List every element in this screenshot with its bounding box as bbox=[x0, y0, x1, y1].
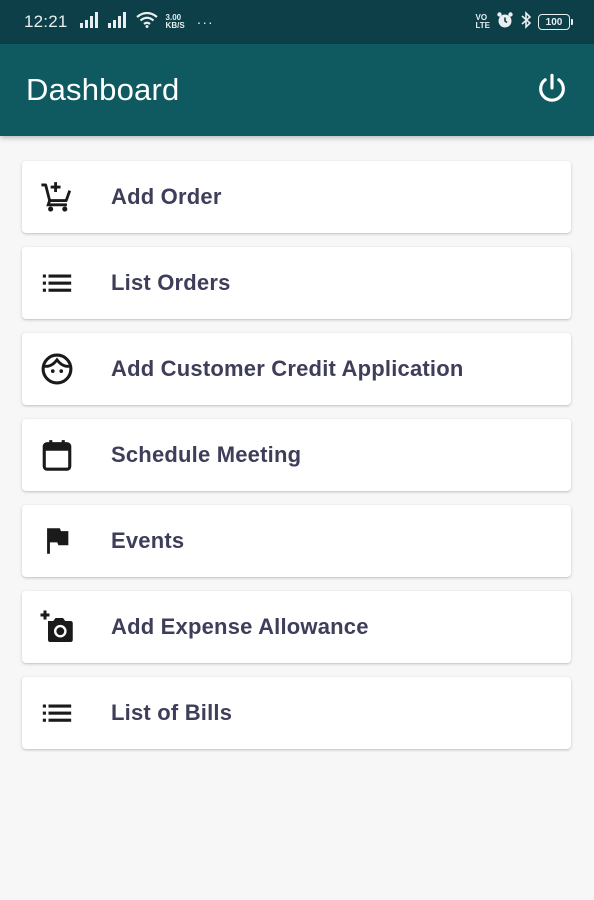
add-camera-icon bbox=[39, 609, 75, 645]
app-bar: Dashboard bbox=[0, 44, 594, 136]
menu-item-label: List Orders bbox=[111, 270, 231, 295]
menu-item-add-order[interactable]: Add Order bbox=[22, 161, 571, 233]
menu-item-label: Events bbox=[111, 528, 185, 553]
volte-indicator: VO LTE bbox=[475, 14, 490, 30]
menu-item-label: Schedule Meeting bbox=[111, 442, 302, 467]
status-bar: 12:21 3.00 KB/S ··· VO LTE 100 bbox=[0, 0, 594, 44]
calendar-icon bbox=[39, 437, 75, 473]
signal-icon-2 bbox=[107, 11, 130, 33]
list-icon bbox=[39, 265, 75, 301]
menu-item-label: Add Order bbox=[111, 184, 222, 209]
overflow-dots: ··· bbox=[196, 14, 214, 30]
list-icon bbox=[39, 695, 75, 731]
status-bar-right: VO LTE 100 bbox=[475, 10, 573, 34]
bluetooth-icon bbox=[520, 10, 532, 34]
wifi-icon bbox=[135, 11, 158, 33]
menu-item-add-expense-allowance[interactable]: Add Expense Allowance bbox=[22, 591, 571, 663]
status-bar-left: 12:21 3.00 KB/S ··· bbox=[24, 11, 214, 33]
menu-item-events[interactable]: Events bbox=[22, 505, 571, 577]
menu-item-list-orders[interactable]: List Orders bbox=[22, 247, 571, 319]
menu-item-list-of-bills[interactable]: List of Bills bbox=[22, 677, 571, 749]
menu-item-label: Add Customer Credit Application bbox=[111, 356, 464, 381]
alarm-icon bbox=[496, 11, 514, 34]
network-speed-unit: KB/S bbox=[165, 21, 185, 30]
power-icon bbox=[535, 71, 569, 110]
volte-bottom: LTE bbox=[475, 21, 490, 30]
status-time: 12:21 bbox=[24, 12, 68, 31]
menu-item-add-customer-credit-application[interactable]: Add Customer Credit Application bbox=[22, 333, 571, 405]
power-button[interactable] bbox=[532, 70, 572, 110]
flag-icon bbox=[39, 523, 75, 559]
network-speed: 3.00 KB/S bbox=[166, 14, 185, 30]
battery-level: 100 bbox=[545, 16, 563, 28]
face-icon bbox=[39, 351, 75, 387]
menu-item-label: List of Bills bbox=[111, 700, 233, 725]
signal-icon bbox=[79, 11, 102, 33]
dashboard-menu: Add Order List Orders Add Customer Credi bbox=[22, 161, 571, 763]
add-cart-icon bbox=[39, 179, 75, 215]
battery-icon: 100 bbox=[538, 14, 573, 30]
menu-item-schedule-meeting[interactable]: Schedule Meeting bbox=[22, 419, 571, 491]
page-title: Dashboard bbox=[26, 72, 180, 107]
menu-item-label: Add Expense Allowance bbox=[111, 614, 369, 639]
